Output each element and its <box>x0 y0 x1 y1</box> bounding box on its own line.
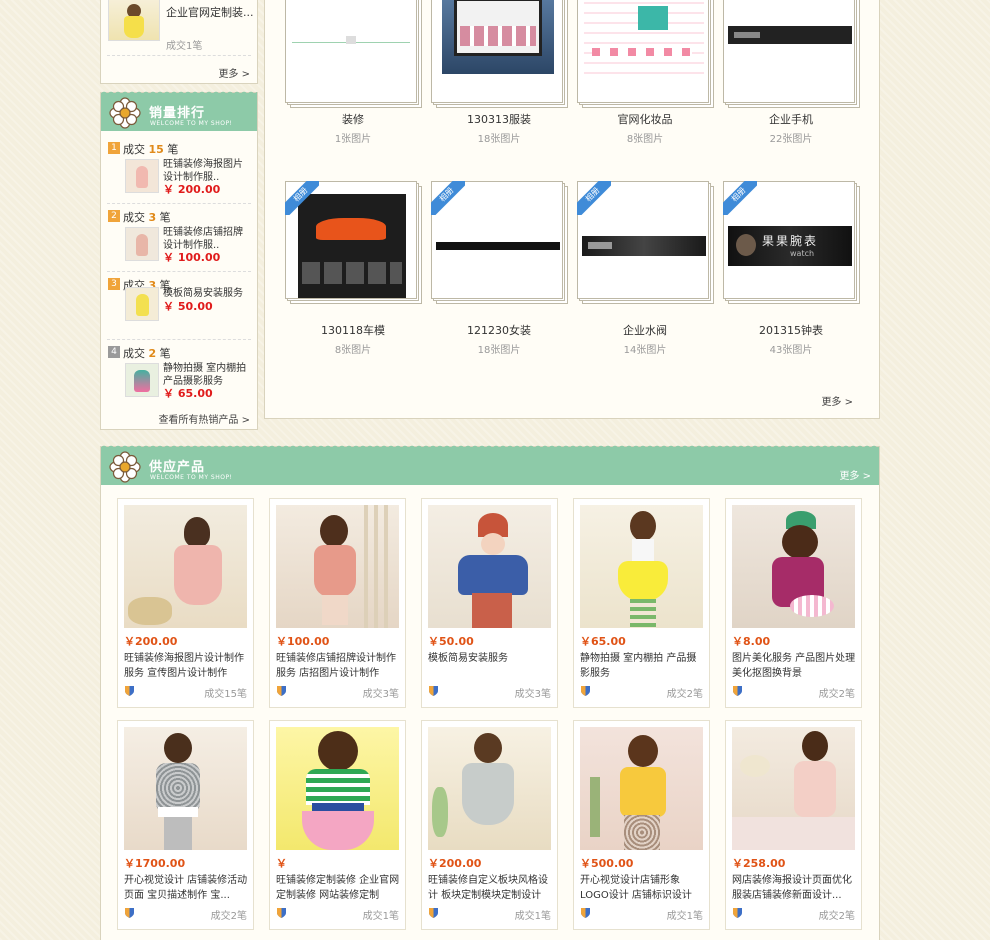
rank-thumb[interactable] <box>125 159 159 193</box>
product-card[interactable]: ￥258.00 网店装修海报设计页面优化服装店铺装修新面设计... 成交2笔 <box>725 720 862 930</box>
album-count: 8张图片 <box>334 345 372 356</box>
ranking-header: 销量排行 WELCOME TO MY SHOP! <box>101 89 257 131</box>
rank-thumb[interactable] <box>125 227 159 261</box>
product-image[interactable] <box>124 727 247 850</box>
shield-icon <box>733 908 742 918</box>
shield-icon <box>429 686 438 696</box>
supply-title: 供应产品 <box>149 460 206 475</box>
rank-item-4[interactable]: 4 成交 2 笔 静物拍摄 室内棚拍 产品摄影服务 ￥ 65.00 <box>101 343 257 409</box>
album-ribbon: 相册 <box>577 181 611 215</box>
product-image[interactable] <box>732 505 855 628</box>
album-name[interactable]: 官网化妆品 <box>575 111 715 127</box>
product-card[interactable]: ￥65.00 静物拍摄 室内棚拍 产品摄影服务 成交2笔 <box>573 498 710 708</box>
ranking-title: 销量排行 <box>149 106 206 121</box>
album-name[interactable]: 201315钟表 <box>721 322 861 338</box>
album-count: 18张图片 <box>477 134 521 145</box>
album-card[interactable] <box>723 0 860 108</box>
rank-badge: 2 <box>108 210 120 222</box>
product-image[interactable] <box>580 505 703 628</box>
album-count: 1张图片 <box>334 134 372 145</box>
album-card[interactable]: 相册 <box>431 181 568 304</box>
shield-icon <box>277 908 286 918</box>
top-item-sold: 成交1笔 <box>166 41 203 52</box>
albums-panel: 装修 1张图片 130313服装 18张图片 官网化妆品 8张图片 企业手机 2… <box>264 0 880 419</box>
rank-thumb[interactable] <box>125 287 159 321</box>
product-card[interactable]: ￥200.00 旺铺装修海报图片设计制作服务 宣传图片设计制作 成交15笔 <box>117 498 254 708</box>
rank-badge: 3 <box>108 278 120 290</box>
flower-icon <box>109 97 141 129</box>
album-card[interactable] <box>431 0 568 108</box>
album-card[interactable]: 相册 <box>285 181 422 304</box>
product-card[interactable]: ￥200.00 旺铺装修自定义板块风格设计 板块定制模块定制设计 成交1笔 <box>421 720 558 930</box>
ranking-subtitle: WELCOME TO MY SHOP! <box>150 120 233 127</box>
album-name[interactable]: 企业手机 <box>721 111 861 127</box>
album-count: 8张图片 <box>626 134 664 145</box>
album-count: 43张图片 <box>769 345 813 356</box>
album-ribbon: 相册 <box>723 181 757 215</box>
rank-badge: 4 <box>108 346 120 358</box>
album-card[interactable]: 果果腕表 watch 相册 <box>723 181 860 304</box>
albums-more-link[interactable]: 更多 > <box>821 393 853 408</box>
product-card[interactable]: ￥500.00 开心视觉设计店铺形象LOGO设计 店铺标识设计 成交1笔 <box>573 720 710 930</box>
product-image[interactable] <box>428 727 551 850</box>
product-image[interactable] <box>732 727 855 850</box>
left-top-panel: 企业官网定制装... 成交1笔 更多 > <box>100 0 258 84</box>
supply-panel: 供应产品 WELCOME TO MY SHOP! 更多 > ￥200.00 旺铺… <box>100 443 880 940</box>
ranking-panel: 销量排行 WELCOME TO MY SHOP! 1 成交 15 笔 旺铺装修海… <box>100 89 258 430</box>
album-name[interactable]: 130313服装 <box>429 111 569 127</box>
flower-icon <box>109 451 141 483</box>
shield-icon <box>429 908 438 918</box>
product-card[interactable]: ￥1700.00 开心视觉设计 店铺装修活动页面 宝贝描述制作 宝... 成交2… <box>117 720 254 930</box>
product-card[interactable]: ￥100.00 旺铺装修店铺招牌设计制作服务 店招图片设计制作 成交3笔 <box>269 498 406 708</box>
album-count: 22张图片 <box>769 134 813 145</box>
product-card[interactable]: ￥ 旺铺装修定制装修 企业官网定制装修 网站装修定制 成交1笔 <box>269 720 406 930</box>
shield-icon <box>581 908 590 918</box>
album-name[interactable]: 130118车模 <box>283 322 423 338</box>
view-all-hot-link[interactable]: 查看所有热销产品 > <box>158 411 250 426</box>
shield-icon <box>125 686 134 696</box>
product-card[interactable]: ￥50.00 模板简易安装服务 成交3笔 <box>421 498 558 708</box>
supply-more-link[interactable]: 更多 > <box>839 467 871 482</box>
shield-icon <box>125 908 134 918</box>
shield-icon <box>733 686 742 696</box>
album-count: 18张图片 <box>477 345 521 356</box>
album-name[interactable]: 企业水阀 <box>575 322 715 338</box>
product-image[interactable] <box>124 505 247 628</box>
product-image[interactable] <box>580 727 703 850</box>
album-ribbon: 相册 <box>431 181 465 215</box>
supply-header: 供应产品 WELCOME TO MY SHOP! 更多 > <box>101 443 879 485</box>
album-ribbon: 相册 <box>285 181 319 215</box>
product-image[interactable] <box>276 727 399 850</box>
album-name[interactable]: 装修 <box>283 111 423 127</box>
product-image[interactable] <box>276 505 399 628</box>
rank-thumb[interactable] <box>125 363 159 397</box>
rank-item-2[interactable]: 2 成交 3 笔 旺铺装修店铺招牌 设计制作服.. ￥ 100.00 <box>101 207 257 273</box>
album-name[interactable]: 121230女装 <box>429 322 569 338</box>
rank-item-1[interactable]: 1 成交 15 笔 旺铺装修海报图片 设计制作服.. ￥ 200.00 <box>101 139 257 205</box>
shield-icon <box>581 686 590 696</box>
top-item-desc[interactable]: 企业官网定制装... <box>166 4 254 20</box>
album-card[interactable]: 相册 <box>577 181 714 304</box>
album-card[interactable] <box>577 0 714 108</box>
watch-sub-text: watch <box>790 249 815 258</box>
shield-icon <box>277 686 286 696</box>
album-card[interactable] <box>285 0 422 108</box>
rank-badge: 1 <box>108 142 120 154</box>
product-card[interactable]: ￥8.00 图片美化服务 产品图片处理美化抠图换背景 成交2笔 <box>725 498 862 708</box>
left-more-link[interactable]: 更多 > <box>218 65 250 80</box>
rank-item-3[interactable]: 3 成交 3 笔 模板简易安装服务 ￥ 50.00 <box>101 275 257 341</box>
product-image[interactable] <box>428 505 551 628</box>
album-count: 14张图片 <box>623 345 667 356</box>
top-item-thumb[interactable] <box>108 0 160 41</box>
watch-brand-text: 果果腕表 <box>762 234 819 248</box>
supply-subtitle: WELCOME TO MY SHOP! <box>150 474 233 481</box>
